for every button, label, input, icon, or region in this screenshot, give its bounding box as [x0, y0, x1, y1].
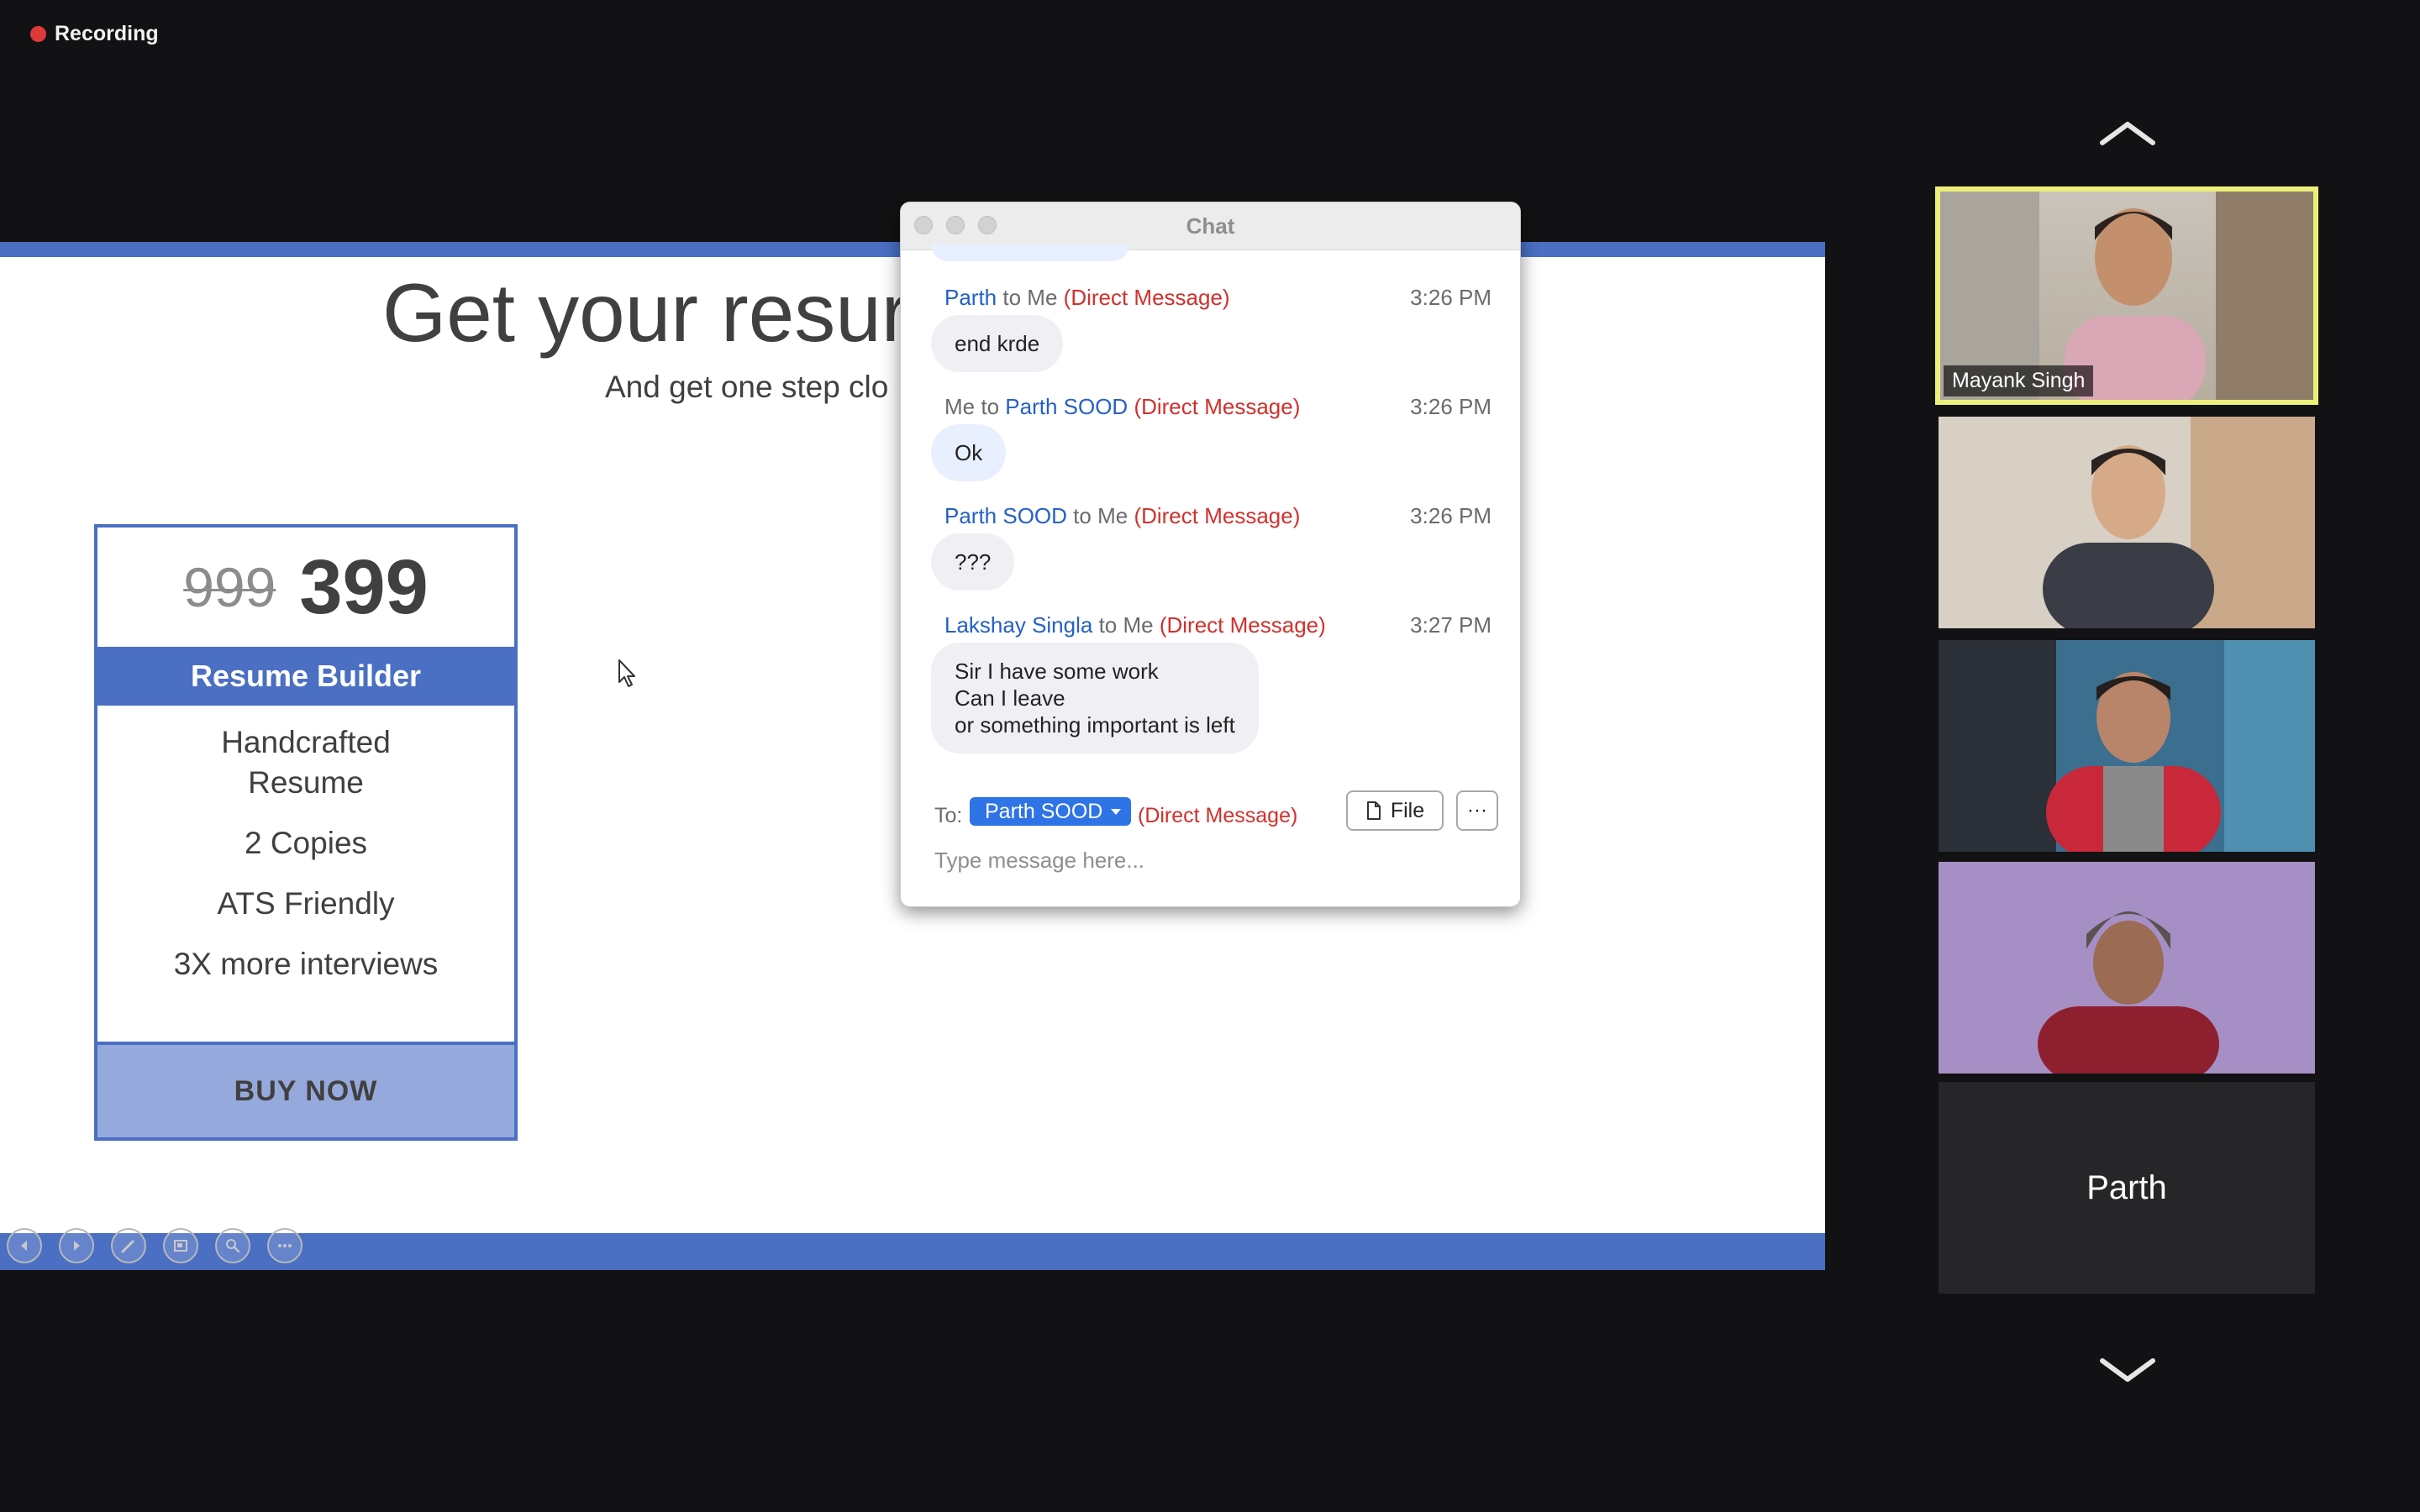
old-price: 999 [183, 556, 276, 618]
direct-message-tag: (Direct Message) [1063, 285, 1230, 310]
to-label: To: [934, 804, 963, 827]
window-controls [914, 216, 997, 234]
pricing-card: 999 399 Resume Builder Handcrafted Resum… [94, 524, 518, 1141]
message-header: Lakshay Singla to Me (Direct Message) [944, 612, 1326, 638]
feature-item: Handcrafted Resume [221, 725, 391, 800]
chat-window: Chat Parth to Me (Direct Message) 3:26 P… [900, 202, 1521, 907]
file-button[interactable]: File [1346, 790, 1444, 831]
participant-tile[interactable] [1939, 640, 2315, 852]
recording-label: Recording [55, 22, 159, 45]
participant-name-tag: Mayank Singh [1944, 365, 2094, 396]
previous-slide-icon[interactable] [7, 1228, 42, 1263]
more-options-button[interactable]: ··· [1456, 790, 1498, 831]
direct-message-tag: (Direct Message) [1134, 394, 1301, 419]
message-time: 3:26 PM [1410, 394, 1491, 419]
message-time: 3:27 PM [1410, 612, 1491, 638]
slide-layout-icon[interactable] [163, 1228, 198, 1263]
minimize-window-icon[interactable] [946, 216, 965, 234]
recipient-dropdown[interactable]: Parth SOOD [970, 797, 1132, 826]
message-input[interactable] [934, 839, 1472, 881]
direct-message-tag: (Direct Message) [1134, 503, 1301, 528]
zoom-icon[interactable] [215, 1228, 250, 1263]
file-icon [1366, 801, 1381, 820]
slide-subtitle: And get one step clo [605, 370, 889, 404]
record-dot-icon [30, 26, 46, 42]
participant-tile[interactable] [1939, 417, 2315, 628]
feature-item: 2 Copies [244, 826, 368, 860]
slide-toolbar [7, 1228, 302, 1263]
participant-tile[interactable]: Mayank Singh [1935, 186, 2318, 405]
pen-icon[interactable] [111, 1228, 146, 1263]
participant-video [1939, 640, 2315, 852]
message-header: Parth SOOD to Me (Direct Message) [944, 503, 1300, 529]
file-button-label: File [1390, 798, 1425, 822]
sender-name[interactable]: Lakshay Singla [944, 612, 1092, 638]
message-bubble: Ok [931, 424, 1007, 481]
participant-tile-no-video[interactable]: Parth [1939, 1082, 2315, 1294]
participant-video [1939, 862, 2315, 1074]
feature-list: Handcrafted Resume 2 Copies ATS Friendly… [97, 722, 514, 1005]
buy-now-button: BUY NOW [97, 1045, 514, 1137]
feature-item: ATS Friendly [217, 886, 395, 921]
direct-message-tag: (Direct Message) [1138, 804, 1298, 827]
sender-text: Me to [944, 394, 1000, 419]
recording-indicator: Recording [30, 22, 159, 46]
chevron-down-icon [1111, 809, 1122, 815]
message-time: 3:26 PM [1410, 285, 1491, 310]
close-window-icon[interactable] [914, 216, 933, 234]
chat-title: Chat [1186, 213, 1235, 239]
message-bubble: Sir I have some work Can I leave or some… [931, 643, 1259, 753]
more-options-icon[interactable] [267, 1228, 302, 1263]
mouse-cursor-icon [618, 659, 639, 693]
message-header: Parth to Me (Direct Message) [944, 285, 1230, 311]
recipient-name[interactable]: Parth SOOD [1005, 394, 1128, 419]
scrolled-message-bubble [931, 244, 1129, 261]
slide-title: Get your resur [382, 266, 909, 359]
sender-name[interactable]: Parth [944, 285, 997, 310]
message-bubble: ??? [931, 533, 1015, 591]
feature-item: 3X more interviews [173, 947, 439, 981]
recipient-dropdown-label: Parth SOOD [985, 800, 1103, 823]
sender-name[interactable]: Parth SOOD [944, 503, 1067, 528]
recipient-text: to Me [1098, 612, 1154, 638]
message-time: 3:26 PM [1410, 503, 1491, 528]
recipient-text: to Me [1073, 503, 1128, 528]
message-header: Me to Parth SOOD (Direct Message) [944, 394, 1300, 420]
next-slide-icon[interactable] [59, 1228, 94, 1263]
new-price: 399 [299, 543, 429, 630]
price-row: 999 399 [97, 528, 514, 647]
chat-titlebar[interactable]: Chat [901, 202, 1520, 250]
direct-message-tag: (Direct Message) [1159, 612, 1326, 638]
scroll-up-chevron-icon[interactable] [2097, 118, 2158, 152]
recipient-text: to Me [1002, 285, 1058, 310]
participant-video [2043, 417, 2315, 628]
zoom-window-icon[interactable] [978, 216, 997, 234]
card-header: Resume Builder [97, 647, 514, 706]
participant-name: Parth [2086, 1168, 2167, 1206]
message-bubble: end krde [931, 315, 1064, 372]
participant-tile[interactable] [1939, 862, 2315, 1074]
scroll-down-chevron-icon[interactable] [2097, 1356, 2158, 1390]
